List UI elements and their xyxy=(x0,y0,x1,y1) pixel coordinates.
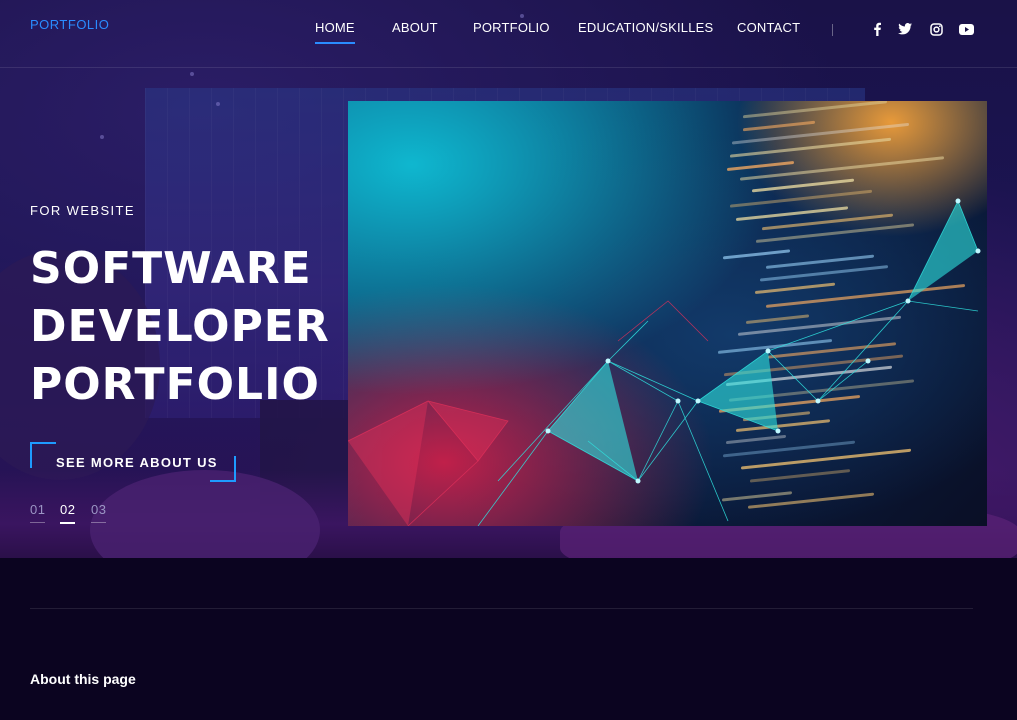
site-header: PORTFOLIO HOME ABOUT PORTFOLIO EDUCATION… xyxy=(0,0,1017,68)
headline-line: SOFTWARE xyxy=(30,243,312,294)
youtube-icon[interactable] xyxy=(958,21,974,37)
section-divider xyxy=(30,608,973,609)
hero-headline: SOFTWARE DEVELOPER PORTFOLIO xyxy=(30,240,360,414)
pager-item-01[interactable]: 01 xyxy=(30,502,46,523)
headline-line: PORTFOLIO xyxy=(30,359,320,410)
headline-line: DEVELOPER xyxy=(30,301,330,352)
nav-portfolio[interactable]: PORTFOLIO xyxy=(473,20,550,35)
instagram-icon[interactable] xyxy=(928,21,944,37)
background-star xyxy=(100,135,104,139)
see-more-button[interactable]: SEE MORE ABOUT US xyxy=(30,442,236,482)
logo[interactable]: PORTFOLIO xyxy=(30,17,109,32)
see-more-label: SEE MORE ABOUT US xyxy=(56,455,218,470)
nav-divider xyxy=(832,24,833,36)
nav-home[interactable]: HOME xyxy=(315,20,355,44)
hero-eyebrow: FOR WEBSITE xyxy=(30,203,135,218)
facebook-icon[interactable] xyxy=(869,21,885,37)
twitter-icon[interactable] xyxy=(897,21,913,37)
background-star xyxy=(216,102,220,106)
network-graphic xyxy=(348,198,981,526)
hero-image-code-network xyxy=(348,101,987,526)
nav-education-skills[interactable]: EDUCATION/SKILLES xyxy=(578,20,713,35)
about-title: About this page xyxy=(30,671,136,687)
pager-item-03[interactable]: 03 xyxy=(91,502,107,523)
nav-contact[interactable]: CONTACT xyxy=(737,20,800,35)
background-star xyxy=(190,72,194,76)
button-corner xyxy=(30,442,56,468)
pager-item-02[interactable]: 02 xyxy=(60,502,76,524)
nav-about[interactable]: ABOUT xyxy=(392,20,438,35)
